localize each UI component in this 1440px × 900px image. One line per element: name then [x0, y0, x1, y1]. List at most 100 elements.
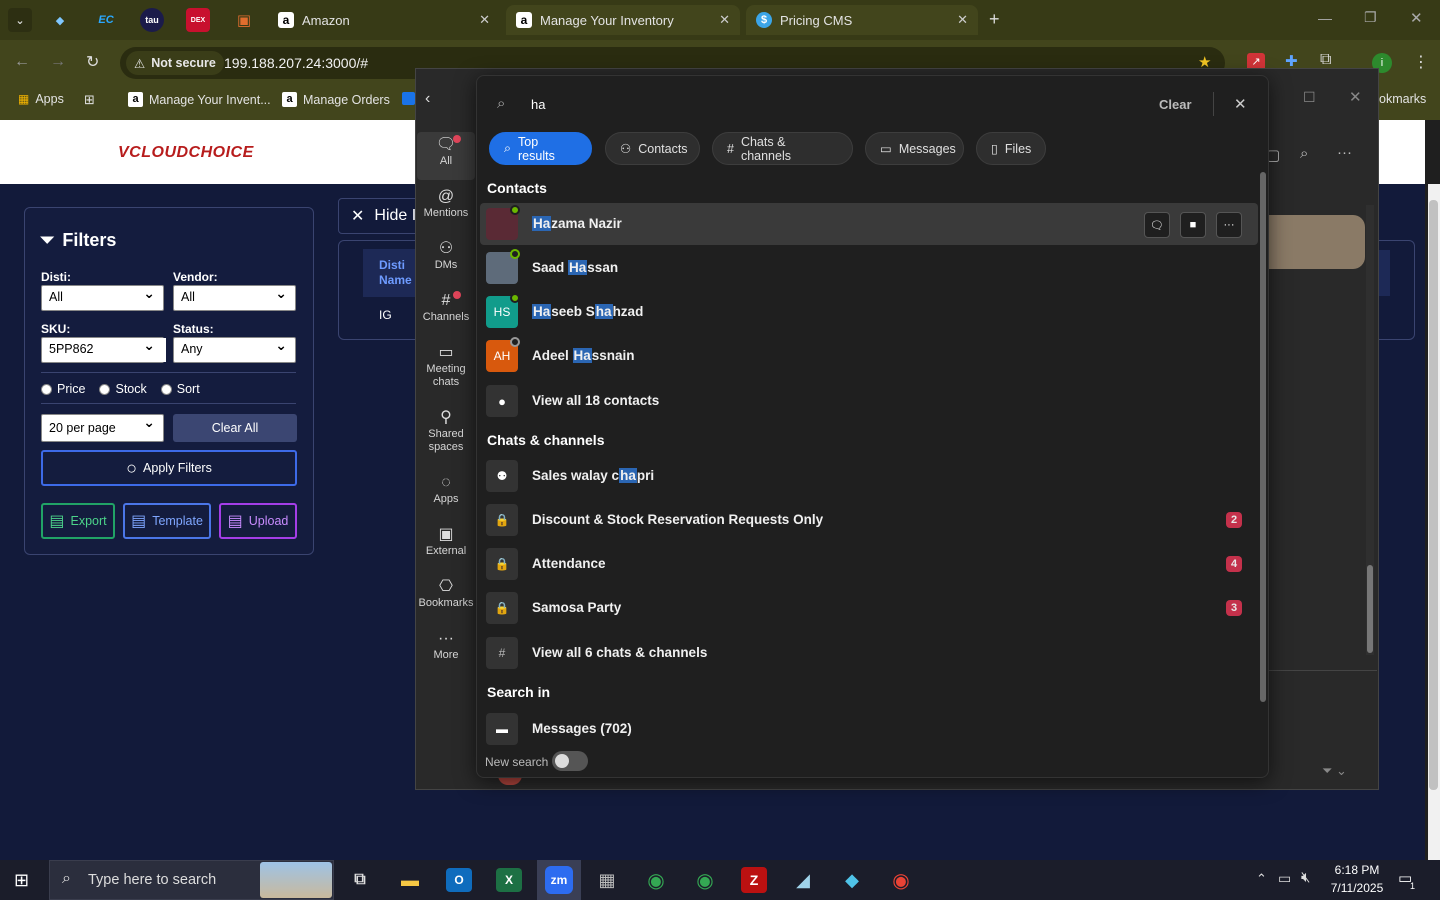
tab-pricing-cms[interactable]: $ Pricing CMS ✕ — [746, 5, 978, 35]
chrome-icon[interactable]: ◉ — [636, 864, 676, 896]
contact-row[interactable]: Saad Hassan — [480, 247, 1258, 289]
chat-row[interactable]: ⚉ Sales walay chapri — [480, 455, 1258, 497]
back-icon[interactable]: ← — [14, 53, 30, 71]
tab-manage-inventory[interactable]: a Manage Your Inventory ✕ — [506, 5, 740, 35]
pinned-tab-box-icon[interactable]: ▣ — [232, 8, 256, 32]
new-tab-icon[interactable]: + — [989, 9, 1000, 30]
extensions-puzzle-icon[interactable]: ⧉ — [1320, 51, 1331, 69]
tab-search-dropdown-icon[interactable]: ⌄ — [8, 8, 32, 32]
close-tab-icon[interactable]: ✕ — [719, 12, 730, 28]
network-icon[interactable]: ▭ — [1278, 870, 1291, 887]
chrome-profile-icon[interactable]: ◉ — [685, 864, 725, 896]
close-tab-icon[interactable]: ✕ — [479, 12, 490, 28]
minimize-icon[interactable]: — — [1318, 10, 1332, 26]
excel-icon[interactable]: X — [496, 868, 522, 892]
rail-item-apps[interactable]: ◌ Apps — [415, 475, 477, 506]
more-options-icon[interactable]: ··· — [1216, 212, 1242, 238]
outlook-icon[interactable]: O — [446, 868, 472, 892]
view-all-chats-row[interactable]: # View all 6 chats & channels — [480, 632, 1258, 674]
chat-row[interactable]: 🔒 Samosa Party 3 — [480, 587, 1258, 629]
sort-radio[interactable]: Sort — [160, 382, 200, 396]
close-tab-icon[interactable]: ✕ — [957, 12, 968, 28]
rail-item-all[interactable]: 🗨 All — [415, 137, 477, 168]
bookmark-manage-inventory[interactable]: a Manage Your Invent... — [128, 92, 271, 107]
more-icon[interactable]: ··· — [1337, 144, 1352, 161]
chrome-menu-icon[interactable]: ⋮ — [1413, 52, 1429, 72]
file-explorer-icon[interactable]: ▬ — [390, 864, 430, 896]
rail-item-bookmarks[interactable]: ⎔ Bookmarks — [415, 579, 477, 610]
search-input[interactable]: ha — [531, 97, 545, 112]
other-bookmarks[interactable]: okmarks — [1379, 92, 1426, 106]
bookmark-manage-orders[interactable]: a Manage Orders — [282, 92, 390, 107]
chat-scrollbar-thumb[interactable] — [1367, 565, 1373, 653]
vendor-select[interactable]: All — [173, 285, 296, 311]
view-all-contacts-row[interactable]: ● View all 18 contacts — [480, 380, 1258, 422]
chip-files[interactable]: ▯ Files — [976, 132, 1046, 165]
pinned-tab-ec-icon[interactable]: EC — [94, 8, 118, 32]
zoom-taskbar-active[interactable]: zm — [537, 860, 581, 900]
messages-search-row[interactable]: ▬ Messages (702) — [480, 708, 1258, 750]
windows-start-icon[interactable]: ⊞ — [14, 870, 29, 891]
clear-all-button[interactable]: Clear All — [173, 414, 297, 442]
chip-messages[interactable]: ▭ Messages — [865, 132, 964, 165]
back-icon[interactable]: ‹ — [425, 90, 430, 108]
stock-radio[interactable]: Stock — [99, 382, 147, 396]
bookmark-apps[interactable]: ▦ Apps — [18, 92, 64, 106]
rail-item-meeting-chats[interactable]: ▭ Meeting chats — [415, 345, 477, 389]
template-button[interactable]: ▤ Template — [123, 503, 211, 539]
restore-icon[interactable]: ❐ — [1364, 9, 1377, 26]
rail-item-shared-spaces[interactable]: ⚲ Shared spaces — [415, 410, 477, 454]
chrome-profile-2-icon[interactable]: ◉ — [881, 864, 921, 896]
security-chip[interactable]: ⚠ Not secure — [126, 51, 224, 75]
sku-input[interactable]: 5PP862 — [41, 337, 164, 363]
pinned-tab-icon[interactable]: ◆ — [48, 8, 72, 32]
clock[interactable]: 6:18 PM 7/11/2025 — [1329, 863, 1385, 895]
export-button[interactable]: ▤ Export — [41, 503, 115, 539]
contact-row[interactable]: AH Adeel Hassnain — [480, 335, 1258, 377]
rail-item-mentions[interactable]: @ Mentions — [415, 189, 477, 220]
app-icon[interactable]: ◢ — [783, 864, 823, 896]
chip-top-results[interactable]: ⌕ Top results — [489, 132, 592, 165]
chat-action-icon[interactable]: 🗨 — [1144, 212, 1170, 238]
format-icon[interactable]: ⏷ ⌄ — [1322, 763, 1347, 779]
task-view-icon[interactable]: ⧉ — [340, 864, 380, 896]
logo[interactable]: VCLOUDCHOICE — [118, 144, 254, 162]
chat-row[interactable]: 🔒 Attendance 4 — [480, 543, 1258, 585]
maximize-icon[interactable]: ☐ — [1303, 89, 1316, 106]
status-select[interactable]: Any — [173, 337, 296, 363]
close-window-icon[interactable]: ✕ — [1410, 9, 1423, 27]
clear-search-button[interactable]: Clear — [1159, 97, 1192, 112]
pinned-tab-dex-icon[interactable]: DEX — [186, 8, 210, 32]
results-scrollbar-thumb[interactable] — [1260, 172, 1266, 702]
contact-row[interactable]: HS Haseeb Shahzad — [480, 291, 1258, 333]
calculator-icon[interactable]: ▦ — [587, 864, 627, 896]
filezilla-icon[interactable]: Z — [741, 867, 767, 893]
apply-filters-button[interactable]: ○ Apply Filters — [41, 450, 297, 486]
rail-item-external[interactable]: ▣ External — [415, 527, 477, 558]
close-window-icon[interactable]: ✕ — [1349, 88, 1362, 106]
reload-icon[interactable]: ↻ — [86, 52, 99, 72]
page-scrollbar-thumb[interactable] — [1429, 200, 1438, 790]
upload-button[interactable]: ▤ Upload — [219, 503, 297, 539]
col-header-disti[interactable]: Disti Name — [379, 258, 412, 288]
close-search-icon[interactable]: ✕ — [1234, 95, 1247, 113]
disti-select[interactable]: All — [41, 285, 164, 311]
rail-item-channels[interactable]: # Channels — [415, 293, 477, 324]
forward-icon[interactable]: → — [50, 53, 66, 71]
per-page-select[interactable]: 20 per page — [41, 414, 164, 442]
volume-muted-icon[interactable]: 🔇︎ — [1301, 869, 1310, 886]
chip-chats-channels[interactable]: # Chats & channels — [712, 132, 853, 165]
rail-item-dms[interactable]: ⚇ DMs — [415, 241, 477, 272]
video-call-icon[interactable]: ■ — [1180, 212, 1206, 238]
pinned-tab-tau-icon[interactable]: tau — [140, 8, 164, 32]
search-icon[interactable]: ⌕ — [1300, 145, 1308, 162]
tab-amazon[interactable]: a Amazon ✕ — [268, 5, 500, 35]
app-diamond-icon[interactable]: ◆ — [832, 864, 872, 896]
new-search-toggle[interactable] — [552, 751, 588, 771]
chip-contacts[interactable]: ⚇ Contacts — [605, 132, 700, 165]
rail-item-more[interactable]: ··· More — [415, 631, 477, 662]
bookmark-partial[interactable] — [402, 92, 415, 105]
url-text[interactable]: 199.188.207.24:3000/# — [224, 55, 368, 71]
contact-row[interactable]: Hazama Nazir 🗨 ■ ··· — [480, 203, 1258, 245]
price-radio[interactable]: Price — [41, 382, 85, 396]
